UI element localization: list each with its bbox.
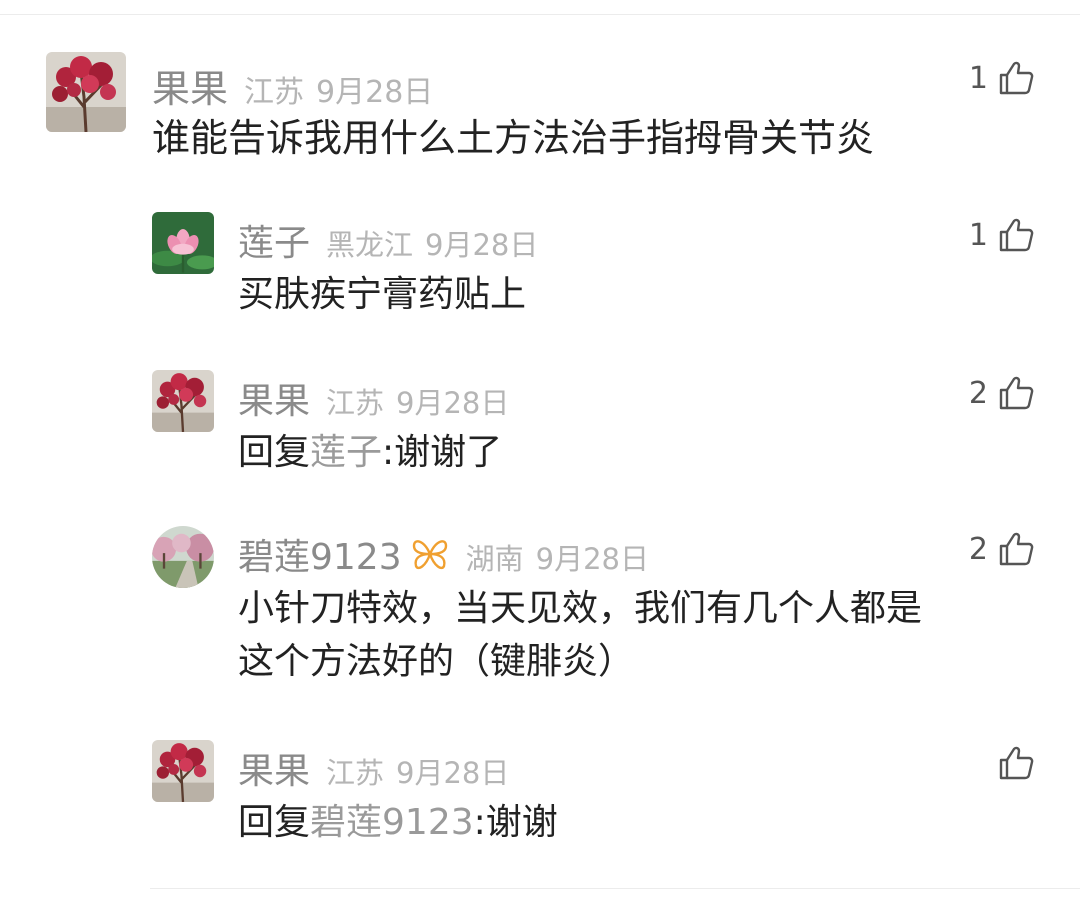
date: 9月28日 xyxy=(396,756,510,790)
vip-butterfly-icon xyxy=(410,536,450,572)
thumbs-up-icon xyxy=(998,217,1034,253)
like-count: 1 xyxy=(968,217,988,253)
username[interactable]: 碧莲9123 xyxy=(238,528,402,580)
red-blossom-tree-icon xyxy=(152,370,214,432)
reply-3: 碧莲9123 湖南 9月28日 2 小针刀特效，当天见效，我们有几个人都是 这个… xyxy=(0,514,1080,714)
red-blossom-tree-icon xyxy=(152,740,214,802)
username[interactable]: 莲子 xyxy=(238,214,310,266)
region: 江苏 xyxy=(244,75,305,110)
comment-text-line: 小针刀特效，当天见效，我们有几个人都是 xyxy=(238,588,923,629)
user-avatar[interactable] xyxy=(152,212,214,274)
region: 湖南 xyxy=(465,542,524,576)
like-button[interactable]: 1 xyxy=(969,60,1034,96)
reply-prefix: 回复 xyxy=(238,802,311,843)
comment-meta: 果果 江苏 9月28日 xyxy=(238,372,509,424)
like-button[interactable] xyxy=(988,745,1034,781)
like-button[interactable]: 1 xyxy=(969,217,1034,253)
date: 9月28日 xyxy=(535,542,649,576)
comment-meta: 莲子 黑龙江 9月28日 xyxy=(238,214,538,266)
date: 9月28日 xyxy=(316,75,434,110)
comment-meta: 碧莲9123 湖南 9月28日 xyxy=(238,528,649,580)
region: 江苏 xyxy=(326,386,385,420)
red-blossom-tree-icon xyxy=(46,52,126,132)
date: 9月28日 xyxy=(425,228,539,262)
like-count: 2 xyxy=(968,531,988,567)
user-avatar[interactable] xyxy=(152,740,214,802)
comment-text-line: 这个方法好的（键腓炎） xyxy=(238,641,635,682)
user-avatar[interactable] xyxy=(152,370,214,432)
comment-text: 买肤疾宁膏药贴上 xyxy=(238,274,527,315)
username[interactable]: 果果 xyxy=(238,742,310,794)
comment-text: 回复莲子:谢谢了 xyxy=(238,426,502,479)
username[interactable]: 果果 xyxy=(238,372,310,424)
user-avatar[interactable] xyxy=(152,526,214,588)
thumbs-up-icon xyxy=(998,375,1034,411)
reply-prefix: 回复 xyxy=(238,432,311,473)
park-path-icon xyxy=(152,526,214,588)
thumbs-up-icon xyxy=(998,60,1034,96)
comment-text: 谁能告诉我用什么土方法治手指拇骨关节炎 xyxy=(152,116,875,160)
like-button[interactable]: 2 xyxy=(969,375,1034,411)
comment-text: 小针刀特效，当天见效，我们有几个人都是 这个方法好的（键腓炎） xyxy=(238,582,922,688)
mention-link[interactable]: 莲子 xyxy=(310,432,382,473)
lotus-flower-icon xyxy=(152,212,214,274)
like-count: 1 xyxy=(968,60,988,96)
thumbs-up-icon xyxy=(998,745,1034,781)
comment-meta: 果果 江苏 9月28日 xyxy=(238,742,509,794)
like-button[interactable]: 2 xyxy=(969,531,1034,567)
like-count: 2 xyxy=(968,375,988,411)
reply-1: 莲子 黑龙江 9月28日 1 买肤疾宁膏药贴上 xyxy=(0,200,1080,340)
region: 江苏 xyxy=(326,756,385,790)
bottom-divider xyxy=(150,888,1080,889)
comment-meta: 果果 江苏 9月28日 xyxy=(152,58,433,113)
mention-link[interactable]: 碧莲9123 xyxy=(310,802,474,843)
username[interactable]: 果果 xyxy=(152,58,228,113)
reply-body: :谢谢 xyxy=(473,802,558,843)
region: 黑龙江 xyxy=(326,228,414,262)
reply-2: 果果 江苏 9月28日 2 回复莲子:谢谢了 xyxy=(0,358,1080,498)
reply-body: :谢谢了 xyxy=(382,432,503,473)
date: 9月28日 xyxy=(396,386,510,420)
comment-1: 果果 江苏 9月28日 1 谁能告诉我用什么土方法治手指拇骨关节炎 xyxy=(0,0,1080,180)
comment-text: 回复碧莲9123:谢谢 xyxy=(238,796,558,849)
reply-4: 果果 江苏 9月28日 回复碧莲9123:谢谢 xyxy=(0,728,1080,868)
thumbs-up-icon xyxy=(998,531,1034,567)
user-avatar[interactable] xyxy=(46,52,126,132)
